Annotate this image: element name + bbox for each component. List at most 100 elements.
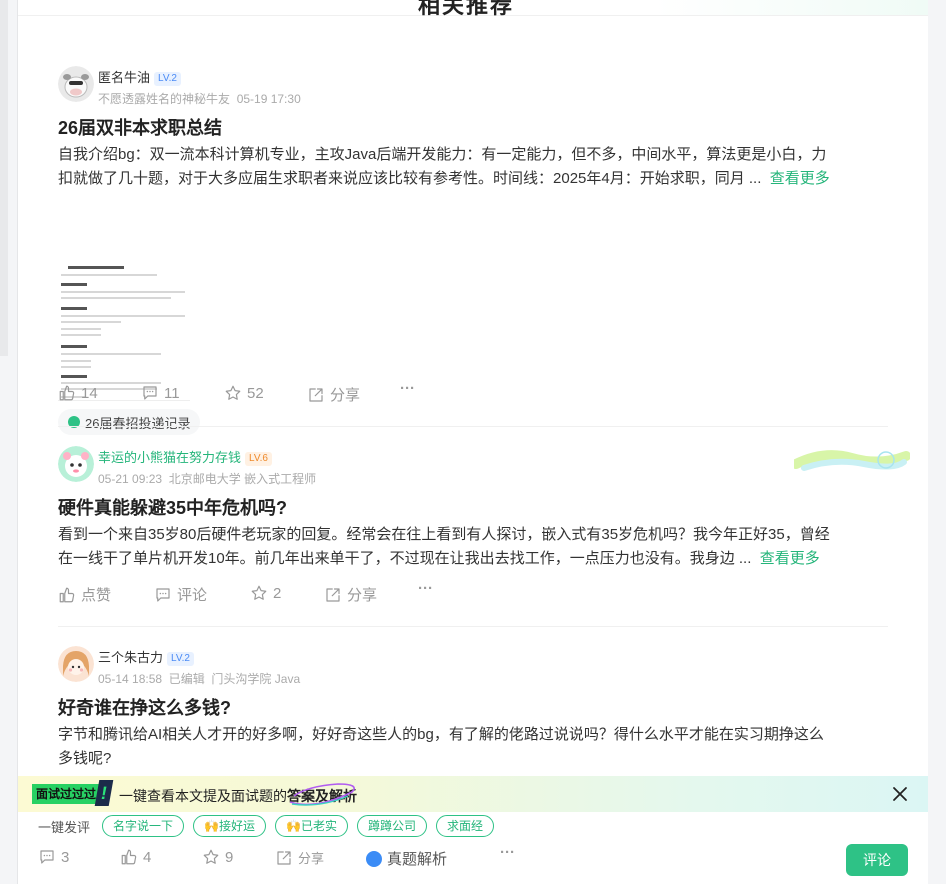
quick-reply-chip[interactable]: 蹲蹲公司: [356, 815, 427, 837]
post-card[interactable]: 匿名牛油 LV.2 不愿透露姓名的神秘牛友 05-19 17:30 26届双非本求…: [58, 66, 888, 435]
excerpt-line: 字节和腾讯给AI相关人才开的好多啊，好好奇这些人的bg，有了解的佬路过说说吗？得…: [58, 726, 824, 743]
read-more-link[interactable]: 查看更多: [760, 550, 820, 567]
post-time: 05-14 18:58: [98, 672, 163, 686]
comment-icon: [156, 587, 170, 602]
resume-line: [61, 321, 121, 323]
post-excerpt[interactable]: 看到一个来自35岁80后硬件老玩家的回复。经常会在往上看到有人探讨，嵌入式有35…: [58, 523, 888, 571]
quick-reply-chip[interactable]: 🙌已老实: [275, 815, 348, 837]
username-text[interactable]: 匿名牛油: [98, 70, 150, 85]
post-title[interactable]: 26届双非本求职总结: [58, 114, 222, 140]
read-more-link[interactable]: 查看更多: [770, 170, 830, 187]
comment-button[interactable]: 评论: [154, 584, 207, 605]
post-actions: 点赞 评论 2 分享 ···: [58, 580, 558, 608]
more-menu-button[interactable]: ···: [418, 580, 433, 597]
excerpt-line-2: 多钱呢?: [58, 750, 112, 767]
user-job: 嵌入式工程师: [244, 472, 317, 486]
share-label: 分享: [298, 851, 325, 866]
resume-line: [61, 291, 185, 293]
like-label: 点赞: [81, 587, 112, 604]
share-icon: [326, 587, 340, 602]
more-icon: ···: [400, 380, 415, 397]
quick-reply-chip[interactable]: 求面经: [435, 815, 494, 837]
star-icon: [251, 585, 267, 600]
excerpt-line: 看到一个来自35岁80后硬件老玩家的回复。经常会在往上看到有人探讨，嵌入式有35…: [58, 526, 830, 543]
post-excerpt[interactable]: 字节和腾讯给AI相关人才开的好多啊，好好奇这些人的bg，有了解的佬路过说说吗？得…: [58, 723, 888, 771]
comment-button[interactable]: 3: [38, 848, 69, 866]
avatar[interactable]: [58, 646, 94, 682]
more-icon: ···: [500, 844, 515, 861]
more-menu-button[interactable]: ···: [500, 844, 515, 861]
post-time: 05-19 17:30: [236, 92, 301, 106]
jiexi-button[interactable]: 真题解析: [366, 848, 447, 869]
star-count: 9: [225, 848, 234, 866]
star-button[interactable]: 2: [250, 584, 281, 602]
avatar[interactable]: [58, 446, 94, 482]
excerpt-line-2: 在一线干了单片机开发10年。前几年出来单干了，不过现在让我出去找工作，一点压力也…: [58, 547, 888, 571]
star-button[interactable]: 9: [202, 848, 233, 866]
comment-icon: [40, 850, 54, 864]
share-button[interactable]: 分享: [275, 848, 324, 867]
jiexi-icon: [366, 850, 382, 867]
quick-reply-chip[interactable]: 名字说一下: [102, 815, 185, 837]
more-menu-button[interactable]: ···: [400, 380, 415, 397]
avatar[interactable]: [58, 66, 94, 102]
username-text[interactable]: 幸运的小熊猫在努力存钱: [98, 450, 241, 465]
comment-button[interactable]: 11: [141, 384, 180, 402]
share-button[interactable]: 分享: [324, 584, 377, 605]
divider: [58, 626, 888, 627]
like-button[interactable]: 4: [120, 848, 151, 866]
username[interactable]: 三个朱古力 LV.2: [98, 647, 194, 666]
cow-avatar-icon: [58, 66, 94, 102]
resume-section: [61, 375, 87, 378]
panda-avatar-icon: [58, 446, 94, 482]
banner-text-prefix: 一键查看本文提及面试题的: [119, 788, 287, 804]
like-button[interactable]: 点赞: [58, 584, 111, 605]
excerpt-line: 自我介绍bg：双一流本科计算机专业，主攻Java后端开发能力：有一定能力，但不多…: [58, 146, 827, 163]
bottom-action-bar: 3 4 9 分享 真题解析 ···: [38, 844, 918, 872]
resume-section: [61, 283, 87, 286]
resume-heading: [68, 266, 124, 269]
post-title[interactable]: 硬件真能躲避35中年危机吗?: [58, 494, 287, 520]
star-button[interactable]: 52: [224, 384, 264, 402]
comment-submit-button[interactable]: 评论: [846, 844, 908, 876]
resume-line: [61, 297, 171, 299]
post-actions: 14 11 52 分享 ···: [58, 380, 558, 408]
star-count: 2: [273, 584, 282, 602]
post-card[interactable]: 幸运的小熊猫在努力存钱 LV.6 05-21 09:23 北京邮电大学 嵌入式工程…: [58, 446, 888, 606]
user-school: 门头沟学院: [211, 672, 272, 686]
resume-thumbnail[interactable]: [58, 263, 190, 401]
resume-line: [61, 353, 161, 355]
quick-reply-label: 一键发评: [38, 819, 91, 835]
post-excerpt[interactable]: 自我介绍bg：双一流本科计算机专业，主攻Java后端开发能力：有一定能力，但不多…: [58, 143, 888, 191]
username[interactable]: 匿名牛油 LV.2: [98, 67, 181, 86]
resume-section: [61, 307, 87, 310]
close-icon[interactable]: [892, 786, 908, 802]
username-text[interactable]: 三个朱古力: [98, 650, 163, 665]
username[interactable]: 幸运的小熊猫在努力存钱 LV.6: [98, 447, 272, 466]
post-card[interactable]: 三个朱古力 LV.2 05-14 18:58 已编辑 门头沟学院 Java 好奇谁…: [58, 646, 888, 776]
level-badge: LV.6: [245, 452, 272, 466]
chip-label: 接好运: [218, 819, 255, 833]
share-button[interactable]: 分享: [307, 384, 360, 405]
like-button[interactable]: 14: [58, 384, 98, 402]
resume-line: [61, 274, 157, 276]
decorative-banner-icon: [794, 450, 910, 471]
post-title[interactable]: 好奇谁在挣这么多钱?: [58, 694, 231, 720]
excerpt-text: 在一线干了单片机开发10年。前几年出来单干了，不过现在让我出去找工作，一点压力也…: [58, 550, 752, 567]
user-school: 北京邮电大学: [168, 472, 241, 486]
thumbs-up-icon: [121, 849, 137, 865]
left-scroll-edge: [0, 0, 8, 356]
comment-count: 3: [61, 848, 70, 866]
quick-reply-bar: 一键发评 名字说一下 🙌接好运 🙌已老实 蹲蹲公司 求面经: [38, 815, 503, 837]
star-count: 52: [247, 384, 264, 402]
topic-tag[interactable]: 26届春招投递记录: [58, 409, 201, 435]
jiexi-label: 真题解析: [387, 851, 448, 868]
like-count: 14: [81, 384, 98, 402]
divider: [58, 426, 888, 427]
interview-answer-banner[interactable]: 面试过过过 ! 一键查看本文提及面试题的答案及解析: [18, 776, 928, 812]
comment-icon: [143, 386, 157, 400]
star-icon: [203, 849, 219, 864]
banner-badge: 面试过过过: [32, 784, 101, 804]
highlight-swirl-icon: [289, 783, 355, 806]
quick-reply-chip[interactable]: 🙌接好运: [193, 815, 266, 837]
